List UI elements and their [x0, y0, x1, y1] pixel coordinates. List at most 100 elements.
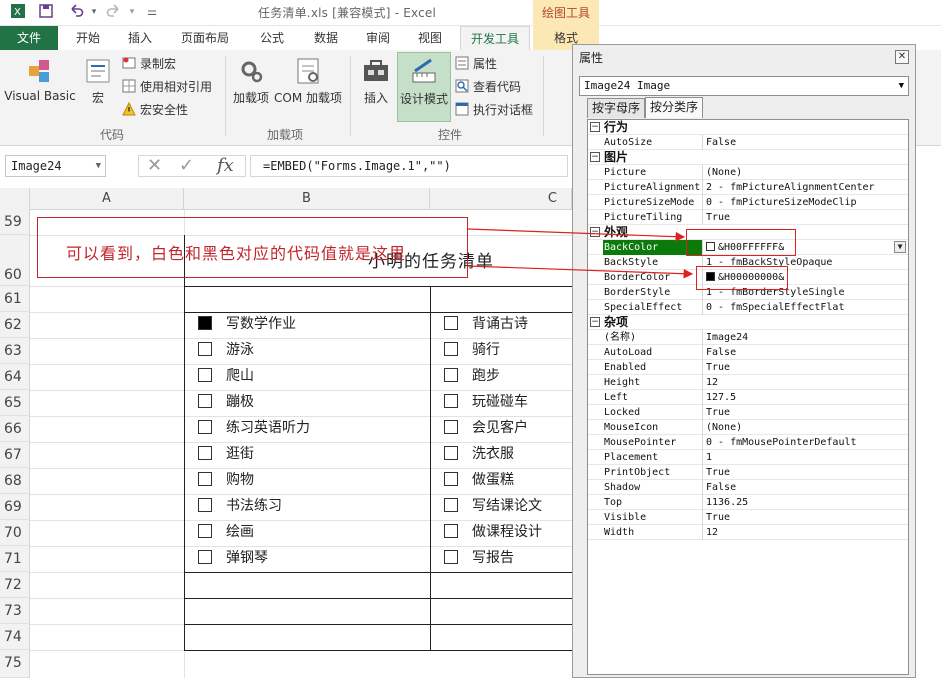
row-header[interactable]: 67: [0, 442, 30, 468]
row-header[interactable]: 71: [0, 546, 30, 572]
use-relative-reference-button[interactable]: 使用相对引用: [122, 77, 212, 97]
property-row[interactable]: Picture (None): [588, 165, 908, 180]
property-row[interactable]: AutoLoad False: [588, 345, 908, 360]
checkbox[interactable]: [198, 446, 212, 460]
customize-qat-icon[interactable]: ⚌: [142, 3, 162, 21]
tab-file[interactable]: 文件: [0, 26, 58, 50]
property-category[interactable]: − 行为: [588, 120, 908, 135]
macro-security-button[interactable]: 宏安全性: [122, 100, 188, 120]
list-item[interactable]: 做课程设计: [444, 522, 542, 542]
checkbox[interactable]: [444, 524, 458, 538]
list-item[interactable]: 购物: [198, 470, 254, 490]
list-item[interactable]: 玩碰碰车: [444, 392, 528, 412]
collapse-icon[interactable]: −: [590, 122, 600, 132]
tab-formulas[interactable]: 公式: [250, 26, 294, 50]
list-item[interactable]: 做蛋糕: [444, 470, 514, 490]
macros-button[interactable]: 宏: [80, 56, 116, 106]
cancel-icon[interactable]: ✕: [147, 156, 162, 176]
row-header[interactable]: 75: [0, 650, 30, 678]
tab-page-layout[interactable]: 页面布局: [174, 26, 236, 50]
row-header[interactable]: 65: [0, 390, 30, 416]
com-addins-button[interactable]: COM 加载项: [272, 56, 344, 106]
undo-dropdown-icon[interactable]: ▾: [84, 3, 104, 21]
checkbox-checked[interactable]: [198, 316, 212, 330]
row-header[interactable]: 61: [0, 286, 30, 312]
row-header[interactable]: 60: [0, 235, 30, 286]
checkbox[interactable]: [444, 316, 458, 330]
property-category[interactable]: − 图片: [588, 150, 908, 165]
checkbox[interactable]: [444, 342, 458, 356]
list-item[interactable]: 绘画: [198, 522, 254, 542]
run-dialog-button[interactable]: 执行对话框: [455, 100, 533, 120]
property-row[interactable]: PrintObject True: [588, 465, 908, 480]
property-row[interactable]: Visible True: [588, 510, 908, 525]
undo-icon[interactable]: [66, 3, 86, 21]
select-all-corner[interactable]: [0, 188, 30, 210]
view-code-button[interactable]: 查看代码: [455, 77, 521, 97]
excel-app-icon[interactable]: X: [8, 3, 28, 21]
row-header[interactable]: 68: [0, 468, 30, 494]
row-header[interactable]: 63: [0, 338, 30, 364]
list-item[interactable]: 骑行: [444, 340, 500, 360]
row-header[interactable]: 70: [0, 520, 30, 546]
list-item[interactable]: 蹦极: [198, 392, 254, 412]
checkbox[interactable]: [198, 472, 212, 486]
property-row[interactable]: Placement 1: [588, 450, 908, 465]
checkbox[interactable]: [198, 420, 212, 434]
row-header[interactable]: 59: [0, 210, 30, 235]
tab-review[interactable]: 审阅: [356, 26, 400, 50]
tab-home[interactable]: 开始: [66, 26, 110, 50]
property-row[interactable]: (名称) Image24: [588, 330, 908, 345]
property-row[interactable]: Locked True: [588, 405, 908, 420]
tab-alphabetic[interactable]: 按字母序: [587, 98, 646, 118]
row-header[interactable]: 69: [0, 494, 30, 520]
column-header-a[interactable]: A: [30, 188, 184, 210]
row-header[interactable]: 74: [0, 624, 30, 650]
property-row[interactable]: Enabled True: [588, 360, 908, 375]
row-header[interactable]: 72: [0, 572, 30, 598]
list-item[interactable]: 背诵古诗: [444, 314, 528, 334]
chevron-down-icon[interactable]: ▼: [894, 241, 906, 253]
list-item[interactable]: 跑步: [444, 366, 500, 386]
chevron-down-icon[interactable]: ▼: [899, 77, 904, 95]
tab-view[interactable]: 视图: [408, 26, 452, 50]
property-row[interactable]: PictureSizeMode 0 - fmPictureSizeModeClip: [588, 195, 908, 210]
checkbox[interactable]: [444, 446, 458, 460]
checkbox[interactable]: [444, 420, 458, 434]
save-icon[interactable]: [36, 3, 56, 21]
row-header[interactable]: 64: [0, 364, 30, 390]
property-row[interactable]: PictureAlignment 2 - fmPictureAlignmentCe…: [588, 180, 908, 195]
property-row[interactable]: Shadow False: [588, 480, 908, 495]
record-macro-button[interactable]: 录制宏: [122, 54, 176, 74]
list-item[interactable]: 写报告: [444, 548, 514, 568]
property-row[interactable]: Width 12: [588, 525, 908, 540]
checkbox[interactable]: [198, 524, 212, 538]
list-item[interactable]: 会见客户: [444, 418, 528, 438]
column-header-b[interactable]: B: [184, 188, 430, 210]
checkbox[interactable]: [198, 394, 212, 408]
list-item[interactable]: 写数学作业: [198, 314, 296, 334]
formula-input[interactable]: =EMBED("Forms.Image.1",""): [250, 155, 568, 177]
property-category[interactable]: − 杂项: [588, 315, 908, 330]
collapse-icon[interactable]: −: [590, 152, 600, 162]
redo-icon[interactable]: [104, 3, 124, 21]
row-header[interactable]: 73: [0, 598, 30, 624]
property-row[interactable]: Top 1136.25: [588, 495, 908, 510]
property-row[interactable]: MousePointer 0 - fmMousePointerDefault: [588, 435, 908, 450]
name-box[interactable]: Image24 ▼: [5, 155, 106, 177]
property-row[interactable]: PictureTiling True: [588, 210, 908, 225]
tab-categorized[interactable]: 按分类序: [645, 97, 704, 118]
property-row[interactable]: SpecialEffect 0 - fmSpecialEffectFlat: [588, 300, 908, 315]
redo-dropdown-icon[interactable]: ▾: [122, 3, 142, 21]
insert-control-button[interactable]: 插入: [356, 56, 396, 106]
insert-function-icon[interactable]: fx: [217, 156, 234, 176]
checkbox[interactable]: [198, 342, 212, 356]
collapse-icon[interactable]: −: [590, 317, 600, 327]
design-mode-button[interactable]: 设计模式: [397, 52, 451, 122]
enter-check-icon[interactable]: ✓: [179, 156, 194, 176]
property-row[interactable]: AutoSize False: [588, 135, 908, 150]
checkbox[interactable]: [198, 550, 212, 564]
close-icon[interactable]: ✕: [895, 50, 909, 64]
tab-data[interactable]: 数据: [304, 26, 348, 50]
properties-button[interactable]: 属性: [455, 54, 497, 74]
